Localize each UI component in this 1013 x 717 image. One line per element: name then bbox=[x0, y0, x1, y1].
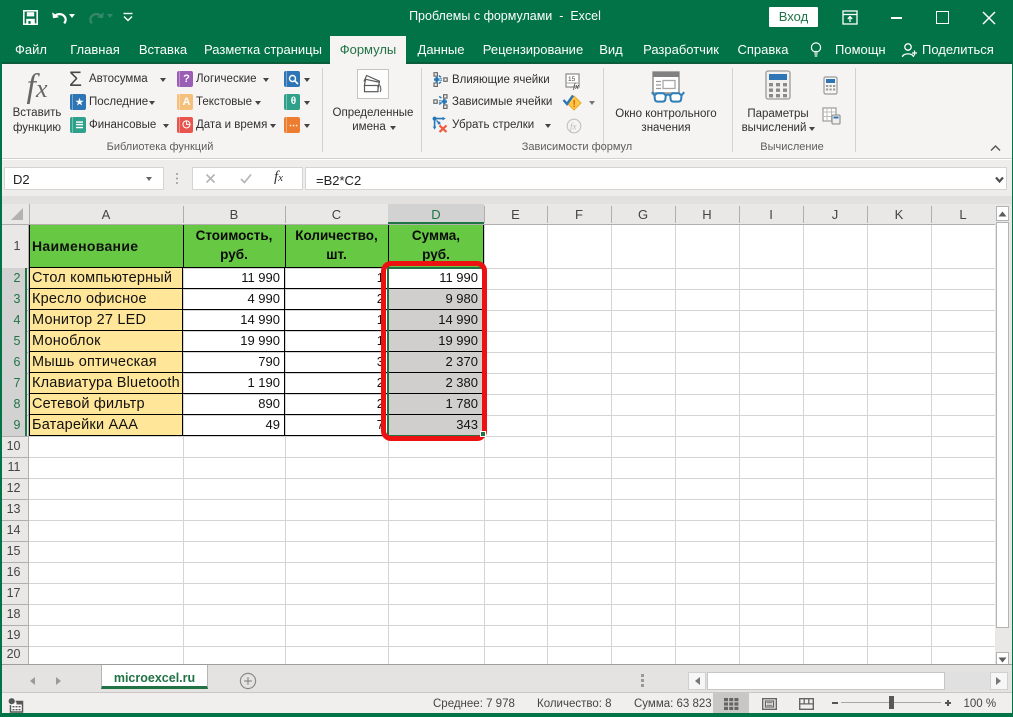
svg-text:fx: fx bbox=[573, 82, 579, 90]
